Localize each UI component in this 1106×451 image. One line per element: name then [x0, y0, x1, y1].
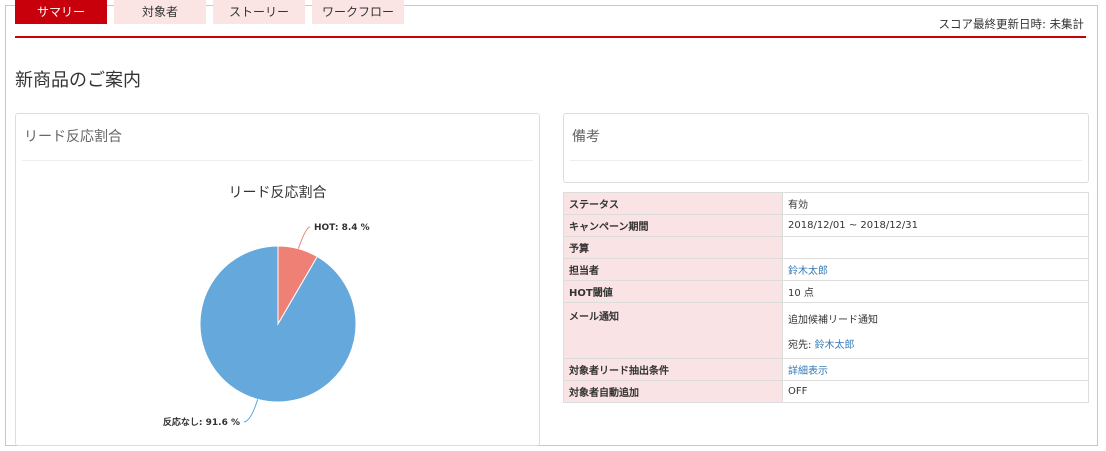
- table-row: メール通知 追加候補リード通知 宛先: 鈴木太郎: [563, 302, 1089, 359]
- panel-divider: [570, 160, 1082, 161]
- table-row: キャンペーン期間 2018/12/01 ~ 2018/12/31: [563, 214, 1089, 237]
- owner-label: 担当者: [563, 258, 783, 281]
- pie-leader-line-0: [297, 226, 311, 249]
- pie-slices: [199, 245, 357, 403]
- lead-response-panel: リード反応割合 リード反応割合 HOT: 8.4 % 反応なし: 91.6 %: [15, 113, 540, 446]
- tab-underline: [15, 36, 1086, 38]
- table-row: 対象者自動追加 OFF: [563, 380, 1089, 403]
- budget-value: [782, 236, 1089, 259]
- budget-label: 予算: [563, 236, 783, 259]
- pie-chart: HOT: 8.4 % 反応なし: 91.6 %: [163, 223, 370, 428]
- extract-condition-label: 対象者リード抽出条件: [563, 358, 783, 381]
- mail-notify-label: メール通知: [563, 302, 783, 359]
- hot-threshold-label: HOT閾値: [563, 280, 783, 303]
- period-label: キャンペーン期間: [563, 214, 783, 237]
- tab-summary[interactable]: サマリー: [15, 0, 107, 24]
- pie-leader-line-1: [243, 399, 259, 423]
- notes-panel: 備考: [563, 113, 1089, 183]
- score-updated-text: スコア最終更新日時: 未集計: [938, 17, 1084, 31]
- page-title: 新商品のご案内: [15, 70, 141, 91]
- status-value: 有効: [782, 192, 1089, 215]
- panel-title: 備考: [572, 129, 600, 145]
- table-row: 対象者リード抽出条件 詳細表示: [563, 358, 1089, 381]
- status-label: ステータス: [563, 192, 783, 215]
- tab-targets[interactable]: 対象者: [114, 0, 206, 24]
- tab-workflow[interactable]: ワークフロー: [312, 0, 404, 24]
- mail-recipient-link[interactable]: 鈴木太郎: [815, 340, 855, 351]
- table-row: ステータス 有効: [563, 192, 1089, 215]
- pie-label-0: HOT: 8.4 %: [314, 223, 370, 233]
- mail-recipient-prefix: 宛先:: [788, 339, 812, 351]
- pie-slice-1[interactable]: [199, 245, 357, 403]
- table-row: 担当者 鈴木太郎: [563, 258, 1089, 281]
- table-row: HOT閾値 10 点: [563, 280, 1089, 303]
- auto-add-label: 対象者自動追加: [563, 380, 783, 403]
- mail-recipient: 宛先: 鈴木太郎: [788, 336, 1083, 351]
- mail-notify-value: 追加候補リード通知: [788, 314, 878, 326]
- campaign-info-table: ステータス 有効 キャンペーン期間 2018/12/01 ~ 2018/12/3…: [563, 192, 1089, 403]
- auto-add-value: OFF: [782, 380, 1089, 403]
- tab-story[interactable]: ストーリー: [213, 0, 305, 24]
- period-value: 2018/12/01 ~ 2018/12/31: [782, 214, 1089, 237]
- show-details-link[interactable]: 詳細表示: [788, 366, 828, 377]
- hot-threshold-value: 10 点: [782, 280, 1089, 303]
- pie-label-1: 反応なし: 91.6 %: [163, 416, 240, 428]
- table-row: 予算: [563, 236, 1089, 259]
- owner-link[interactable]: 鈴木太郎: [788, 266, 828, 277]
